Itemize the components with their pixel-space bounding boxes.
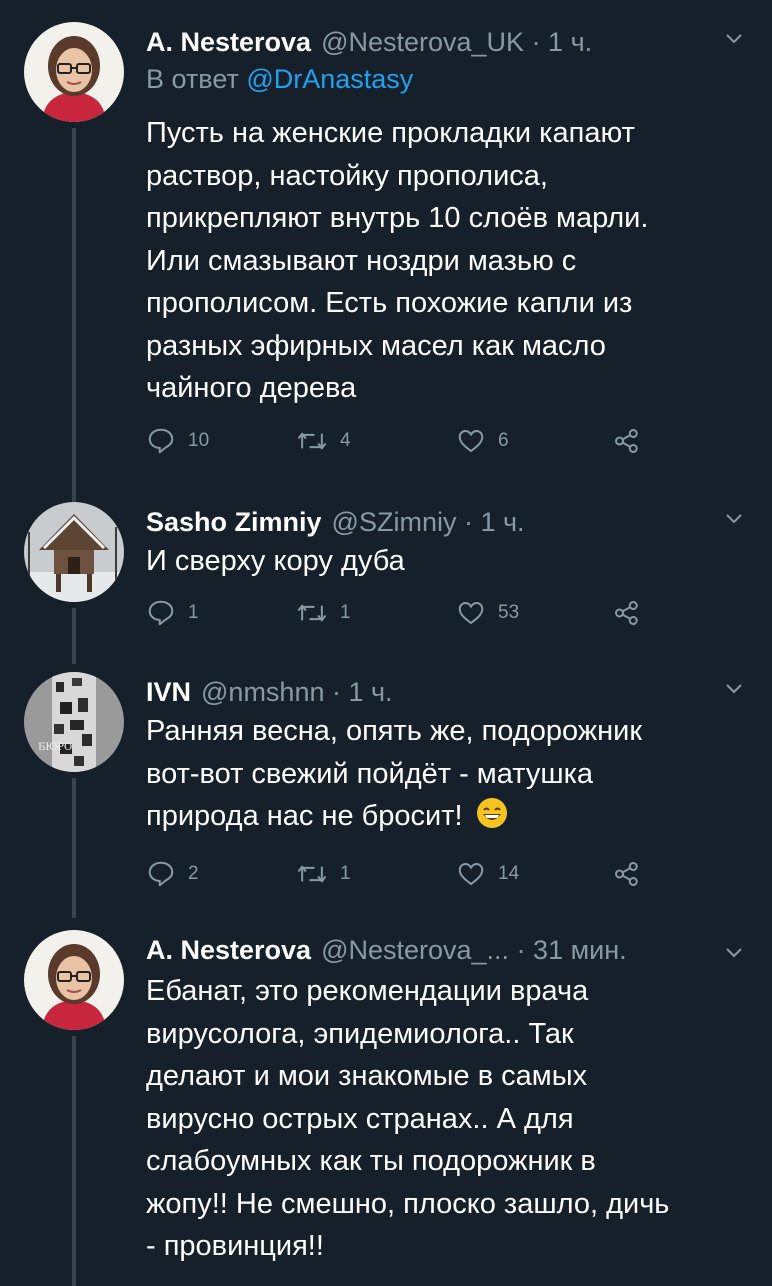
retweet-icon <box>297 865 327 883</box>
share-icon <box>615 601 638 625</box>
avatar-image <box>24 502 124 602</box>
text-line: прополисом. Есть похожие капли из <box>146 287 633 319</box>
chevron-down-icon[interactable] <box>724 28 744 48</box>
like-button[interactable]: 14 <box>456 854 519 894</box>
reply-count: 10 <box>188 430 210 451</box>
text-line: разных эфирных масел как масло <box>146 329 606 362</box>
text-line: Пусть на женские прокладки капают <box>146 117 635 149</box>
avatar[interactable] <box>24 502 124 602</box>
like-count: 14 <box>498 863 520 884</box>
reply-button[interactable]: 1 <box>146 593 199 633</box>
chevron-down-icon[interactable] <box>724 508 744 528</box>
text-line: природа нас не бросит! <box>146 795 732 838</box>
chevron-down-icon[interactable] <box>724 678 744 698</box>
retweet-button[interactable]: 1 <box>296 593 351 633</box>
tweet-actions: 10 4 6 <box>146 421 666 461</box>
text-line: вирусно острых странах.. А для <box>146 1102 574 1135</box>
avatar[interactable] <box>24 22 124 122</box>
text-line: раствор, настойку прополиса, <box>146 159 548 192</box>
thread-line <box>72 608 76 664</box>
retweet-icon <box>297 604 327 622</box>
reply-count: 1 <box>188 602 199 623</box>
tweet-header: A. Nesterova @Nesterova_... · 31 мин. <box>146 930 742 970</box>
reply-icon <box>148 600 174 626</box>
like-count: 53 <box>498 602 520 623</box>
display-name[interactable]: A. Nesterova <box>146 935 311 966</box>
like-button[interactable]: 53 <box>456 593 519 633</box>
text-line: жопу!! Не смешно, плоско зашло, дичь <box>146 1187 670 1220</box>
reply-button[interactable]: 10 <box>146 421 209 461</box>
tweet-actions: 2 1 14 <box>146 854 666 894</box>
share-icon <box>615 429 638 453</box>
text-line: Или смазывают ноздри мазью с <box>146 244 577 277</box>
reply-icon <box>148 861 174 887</box>
display-name[interactable]: A. Nesterova <box>146 27 311 58</box>
like-count: 6 <box>498 430 509 451</box>
retweet-button[interactable]: 1 <box>296 854 351 894</box>
display-name[interactable]: Sasho Zimniy <box>146 507 322 538</box>
thread-line <box>72 778 76 918</box>
tweet-header: A. Nesterova @Nesterova_UK · 1 ч. <box>146 22 742 62</box>
share-icon <box>615 862 638 886</box>
retweet-count: 1 <box>340 602 351 623</box>
text-line: вирусолога, эпидемиолога.. Так <box>146 1017 574 1050</box>
retweet-count: 1 <box>340 863 351 884</box>
avatar[interactable]: БЮРО <box>24 672 124 772</box>
text-line: И сверху кору дуба <box>146 545 405 577</box>
text-line-content: природа нас не бросит! <box>146 800 463 832</box>
retweet-icon <box>297 432 327 450</box>
reply-context: В ответ @DrAnastasy <box>146 64 413 95</box>
like-button[interactable]: 6 <box>456 421 509 461</box>
tweet-text: И сверху кору дуба <box>146 540 732 583</box>
heart-icon <box>458 862 484 886</box>
thread-line <box>72 128 76 504</box>
text-line: вот-вот свежий пойдёт - матушка <box>146 757 594 790</box>
handle-time: @Nesterova_... · 31 мин. <box>321 934 627 965</box>
tweet-text: Пусть на женские прокладки капают раство… <box>146 112 732 410</box>
share-button[interactable] <box>612 421 654 461</box>
avatar-image <box>24 930 124 1030</box>
heart-icon <box>458 429 484 453</box>
avatar[interactable] <box>24 930 124 1030</box>
reply-button[interactable]: 2 <box>146 854 199 894</box>
share-button[interactable] <box>612 593 654 633</box>
handle-time: @nmshnn · 1 ч. <box>201 676 393 707</box>
avatar-image <box>24 22 124 122</box>
tweet-text: Ебанат, это рекомендации врача вирусолог… <box>146 970 732 1268</box>
tweet-actions: 1 1 53 <box>146 593 666 633</box>
grinning-face-with-smiling-eyes-icon <box>476 798 507 828</box>
text-line: Ебанат, это рекомендации врача <box>146 975 589 1007</box>
reply-label: В ответ <box>146 64 239 94</box>
handle-time: @Nesterova_UK · 1 ч. <box>321 26 593 57</box>
reply-mention-link[interactable]: @DrAnastasy <box>246 64 413 94</box>
tweet-header: IVN @nmshnn · 1 ч. <box>146 672 742 712</box>
avatar-logo-text: БЮРО <box>38 742 72 753</box>
thread-line <box>72 1036 76 1286</box>
text-line: чайного дерева <box>146 372 357 404</box>
text-line: - провинция!! <box>146 1230 324 1262</box>
reply-count: 2 <box>188 863 199 884</box>
reply-icon <box>148 428 174 454</box>
tweet-text: Ранняя весна, опять же, подорожник вот-в… <box>146 710 732 838</box>
text-line: Ранняя весна, опять же, подорожник <box>146 715 643 747</box>
retweet-count: 4 <box>340 430 351 451</box>
text-line: слабоумных как ты подорожник в <box>146 1145 596 1177</box>
heart-icon <box>458 601 484 625</box>
handle-time: @SZimniy · 1 ч. <box>331 506 525 537</box>
retweet-button[interactable]: 4 <box>296 421 351 461</box>
text-line: делают и мои знакомые в самых <box>146 1060 588 1092</box>
chevron-down-icon[interactable] <box>724 942 744 962</box>
share-button[interactable] <box>612 854 654 894</box>
avatar-image: БЮРО <box>24 672 124 772</box>
tweet-header: Sasho Zimniy @SZimniy · 1 ч. <box>146 502 742 542</box>
display-name[interactable]: IVN <box>146 677 191 708</box>
text-line: прикрепляют внутрь 10 слоёв марли. <box>146 202 649 234</box>
